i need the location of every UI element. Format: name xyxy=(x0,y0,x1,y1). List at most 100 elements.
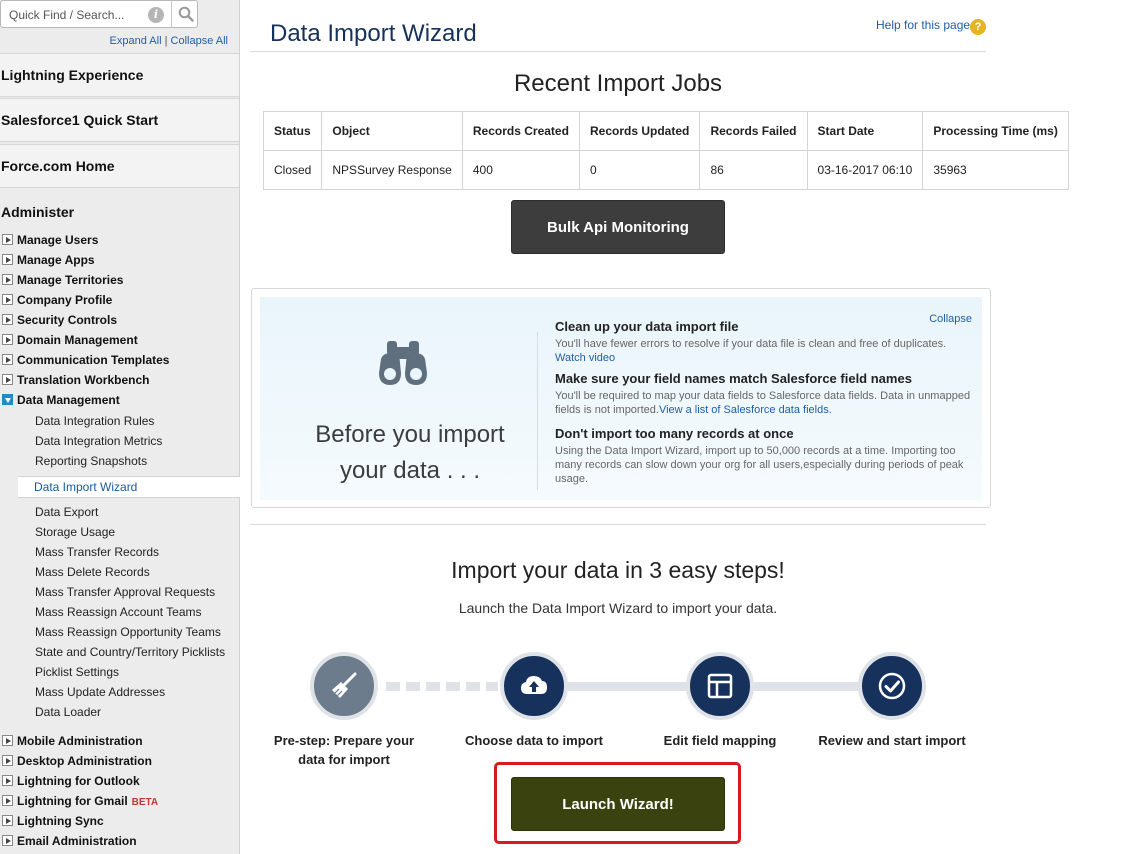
quick-find-input[interactable] xyxy=(9,6,139,24)
sub-mass-reassign-opportunity-teams[interactable]: Mass Reassign Opportunity Teams xyxy=(35,624,221,640)
column-header: Status xyxy=(262,111,323,151)
tip-heading: Clean up your data import file xyxy=(555,319,739,334)
sub-data-integration-metrics[interactable]: Data Integration Metrics xyxy=(35,433,162,449)
choose-data-label: Choose data to import xyxy=(465,733,603,748)
sub-mass-update-addresses[interactable]: Mass Update Addresses xyxy=(35,684,165,700)
pre-step-label-line-1: Pre-step: Prepare your xyxy=(273,733,415,748)
watch-video-link[interactable]: Watch video xyxy=(555,352,615,364)
sub-mass-reassign-account-teams[interactable]: Mass Reassign Account Teams xyxy=(35,604,202,620)
info-icon[interactable]: i xyxy=(148,7,164,23)
tip-heading: Make sure your field names match Salesfo… xyxy=(555,371,912,386)
broom-icon xyxy=(332,672,357,698)
beta-badge: BETA xyxy=(131,797,159,808)
salesforce-fields-link[interactable]: View a list of Salesforce data fields. xyxy=(659,404,832,416)
nav-label: Domain Management xyxy=(17,333,138,347)
nav-communication-templates[interactable]: Communication Templates xyxy=(2,351,169,369)
expand-collapse-row: Expand All | Collapse All xyxy=(0,35,228,47)
expand-triangle-icon xyxy=(2,274,13,285)
tip-heading: Don't import too many records at once xyxy=(555,426,794,441)
sub-data-integration-rules[interactable]: Data Integration Rules xyxy=(35,413,154,429)
page-title: Data Import Wizard xyxy=(270,20,477,47)
sub-data-import-wizard[interactable]: Data Import Wizard xyxy=(18,476,240,498)
recent-jobs-title: Recent Import Jobs xyxy=(513,70,723,97)
expand-triangle-icon xyxy=(2,234,13,245)
search-button[interactable] xyxy=(171,1,198,27)
nav-lightning-sync[interactable]: Lightning Sync xyxy=(2,812,104,830)
sub-state-country-picklists[interactable]: State and Country/Territory Picklists xyxy=(35,644,225,660)
nav-email-administration[interactable]: Email Administration xyxy=(2,832,137,850)
nav-desktop-administration[interactable]: Desktop Administration xyxy=(2,752,152,770)
sub-picklist-settings[interactable]: Picklist Settings xyxy=(35,664,119,680)
sub-reporting-snapshots[interactable]: Reporting Snapshots xyxy=(35,453,147,469)
sub-data-export[interactable]: Data Export xyxy=(35,504,98,520)
expand-triangle-icon xyxy=(2,775,13,786)
expand-triangle-icon xyxy=(2,815,13,826)
choose-data-circle xyxy=(500,652,568,720)
expand-triangle-icon xyxy=(2,254,13,265)
section-lightning-experience[interactable]: Lightning Experience xyxy=(0,53,239,97)
pre-step-connector xyxy=(386,682,498,691)
cell-records-failed: 86 xyxy=(699,150,808,190)
nav-label: Email Administration xyxy=(17,834,137,848)
tip-clean-up: Clean up your data import file You'll ha… xyxy=(555,319,985,365)
tip-body: You'll have fewer errors to resolve if y… xyxy=(555,338,947,350)
table-header-row: Status Object Records Created Records Up… xyxy=(262,111,1069,151)
nav-label: Lightning Sync xyxy=(17,814,104,828)
sub-mass-transfer-records[interactable]: Mass Transfer Records xyxy=(35,544,159,560)
nav-manage-apps[interactable]: Manage Apps xyxy=(2,251,95,269)
title-divider xyxy=(250,51,986,52)
expand-all-link[interactable]: Expand All xyxy=(110,35,162,47)
column-header: Start Date xyxy=(806,111,924,151)
column-header: Records Created xyxy=(461,111,581,151)
nav-label: Desktop Administration xyxy=(17,754,152,768)
nav-lightning-for-outlook[interactable]: Lightning for Outlook xyxy=(2,772,140,790)
nav-manage-users[interactable]: Manage Users xyxy=(2,231,98,249)
search-icon xyxy=(178,6,194,22)
help-link[interactable]: Help for this page xyxy=(876,18,970,32)
expand-triangle-icon xyxy=(2,755,13,766)
sub-data-loader[interactable]: Data Loader xyxy=(35,704,101,720)
nav-label: Communication Templates xyxy=(17,353,170,367)
nav-data-management[interactable]: Data Management xyxy=(2,391,120,409)
tip-text: You'll be required to map your data fiel… xyxy=(555,389,985,417)
edit-mapping-label: Edit field mapping xyxy=(663,733,777,748)
expand-separator: | xyxy=(161,35,171,47)
sub-mass-delete-records[interactable]: Mass Delete Records xyxy=(35,564,150,580)
before-you-import-text: Before you import your data . . . xyxy=(300,417,520,489)
nav-label: Lightning for Outlook xyxy=(17,774,140,788)
steps-title: Import your data in 3 easy steps! xyxy=(451,557,785,583)
section-force-com-home[interactable]: Force.com Home xyxy=(0,144,239,188)
bulk-api-monitoring-button[interactable]: Bulk Api Monitoring xyxy=(511,200,725,254)
tip-too-many-records: Don't import too many records at once Us… xyxy=(555,426,985,486)
nav-label: Translation Workbench xyxy=(17,373,150,387)
launch-wizard-button[interactable]: Launch Wizard! xyxy=(511,777,725,831)
review-start-label: Review and start import xyxy=(818,733,966,748)
expand-triangle-icon xyxy=(2,795,13,806)
cell-object: NPSSurvey Response xyxy=(321,150,463,190)
tip-field-names: Make sure your field names match Salesfo… xyxy=(555,371,985,417)
nav-manage-territories[interactable]: Manage Territories xyxy=(2,271,123,289)
expand-triangle-icon xyxy=(2,354,13,365)
expand-triangle-icon xyxy=(2,374,13,385)
sidebar: i Expand All | Collapse All Lightning Ex… xyxy=(0,0,240,854)
cell-records-updated: 0 xyxy=(578,150,701,190)
nav-security-controls[interactable]: Security Controls xyxy=(2,311,117,329)
field-mapping-icon xyxy=(707,673,733,699)
nav-label: Manage Users xyxy=(17,233,99,247)
collapse-triangle-icon xyxy=(2,394,13,405)
review-start-circle xyxy=(858,652,926,720)
help-icon[interactable]: ? xyxy=(970,19,986,35)
nav-mobile-administration[interactable]: Mobile Administration xyxy=(2,732,143,750)
nav-domain-management[interactable]: Domain Management xyxy=(2,331,138,349)
section-divider xyxy=(250,524,986,525)
nav-lightning-for-gmail[interactable]: Lightning for Gmail BETA xyxy=(2,792,158,810)
administer-title: Administer xyxy=(1,204,75,220)
nav-label: Lightning for Gmail xyxy=(17,794,128,808)
table-row: Closed NPSSurvey Response 400 0 86 03-16… xyxy=(262,150,1069,190)
nav-translation-workbench[interactable]: Translation Workbench xyxy=(2,371,149,389)
sub-mass-transfer-approval-requests[interactable]: Mass Transfer Approval Requests xyxy=(35,584,215,600)
section-salesforce1-quick-start[interactable]: Salesforce1 Quick Start xyxy=(0,98,239,142)
sub-storage-usage[interactable]: Storage Usage xyxy=(35,524,115,540)
nav-company-profile[interactable]: Company Profile xyxy=(2,291,112,309)
collapse-all-link[interactable]: Collapse All xyxy=(171,35,228,47)
